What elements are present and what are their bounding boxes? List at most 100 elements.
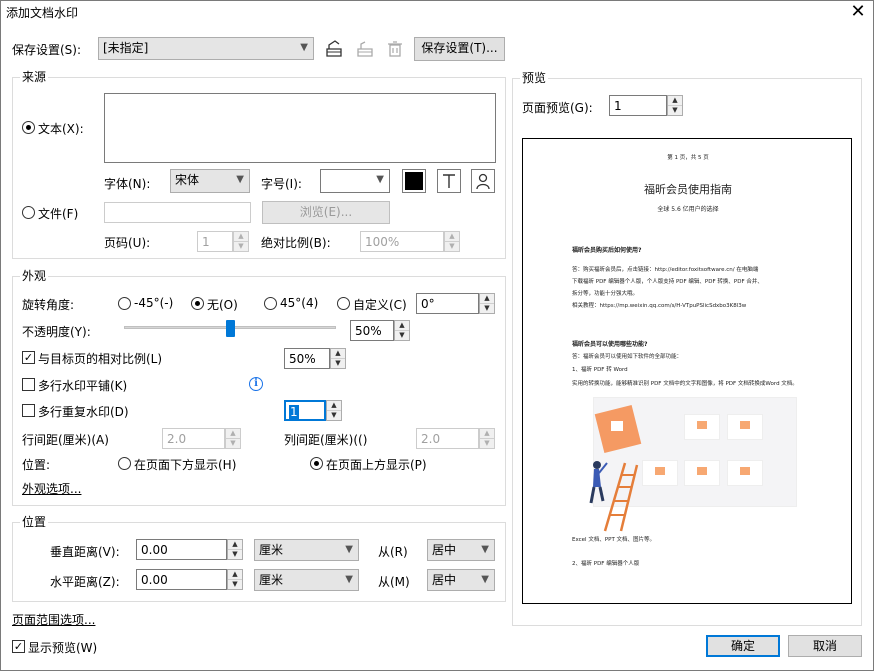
horizontal-unit-select[interactable]: 厘米 ▼ [254,569,359,591]
repeat-input[interactable]: 1 [284,400,326,421]
chevron-down-icon[interactable]: ▼ [445,242,459,252]
above-radio[interactable] [310,457,323,470]
abs-scale-stepper[interactable]: ▲ ▼ [444,231,460,252]
update-preset-icon[interactable] [354,38,376,60]
chevron-down-icon: ▼ [300,42,308,53]
close-icon[interactable]: ✕ [848,2,868,22]
horizontal-distance-input[interactable]: 0.00 [136,569,227,590]
chevron-down-icon: ▼ [481,574,489,585]
chevron-up-icon[interactable]: ▲ [234,232,248,242]
chevron-up-icon[interactable]: ▲ [395,321,409,331]
save-settings-button[interactable]: 保存设置(T)... [414,37,505,61]
relative-scale-checkbox[interactable]: ✓ [22,351,35,364]
chevron-down-icon[interactable]: ▼ [331,359,345,369]
chevron-up-icon[interactable]: ▲ [480,294,494,304]
chevron-down-icon[interactable]: ▼ [480,304,494,314]
chevron-down-icon[interactable]: ▼ [395,331,409,341]
chevron-down-icon: ▼ [345,574,353,585]
preview-group-label: 预览 [520,69,549,86]
page-number-label: 页码(U): [104,236,151,250]
horizontal-distance-stepper[interactable]: ▲ ▼ [227,569,243,590]
chevron-down-icon[interactable]: ▼ [480,439,494,449]
cancel-button[interactable]: 取消 [788,635,862,657]
file-path-input[interactable] [104,202,251,223]
relative-scale-input[interactable]: 50% [284,348,330,369]
abs-scale-input[interactable]: 100% [360,231,444,252]
appearance-options-link[interactable]: 外观选项... [22,480,81,497]
abs-scale-label: 绝对比例(B): [261,236,331,250]
col-spacing-label: 列间距(厘米)(() [284,433,368,447]
save-preset-icon[interactable] [323,38,345,60]
save-settings-select[interactable]: [未指定] ▼ [98,37,314,60]
chevron-up-icon[interactable]: ▲ [668,96,682,106]
ok-button[interactable]: 确定 [706,635,780,657]
page-preview-stepper[interactable]: ▲ ▼ [667,95,683,116]
opacity-slider-thumb[interactable] [225,320,235,337]
rotation-none-radio[interactable] [191,297,204,310]
chevron-down-icon[interactable]: ▼ [327,411,341,421]
page-range-link[interactable]: 页面范围选项... [12,611,95,628]
text-radio[interactable] [22,121,35,134]
doc-a1-line1: 答：购买福昕会员后，点击链接：http://editor.foxitsoftwa… [572,267,759,273]
page-number-input[interactable]: 1 [197,231,233,252]
info-icon[interactable]: i [249,377,263,391]
chevron-up-icon[interactable]: ▲ [331,349,345,359]
rotation-custom-stepper[interactable]: ▲ ▼ [479,293,495,314]
doc-title: 福昕会员使用指南 [644,183,732,196]
chevron-up-icon[interactable]: ▲ [226,429,240,439]
chevron-down-icon[interactable]: ▼ [668,106,682,116]
delete-icon[interactable] [384,38,406,60]
chevron-up-icon[interactable]: ▲ [228,540,242,550]
size-label: 字号(I): [261,177,302,191]
above-label: 在页面上方显示(P) [326,458,427,472]
chevron-down-icon[interactable]: ▼ [228,580,242,590]
chevron-down-icon[interactable]: ▼ [234,242,248,252]
text-format-icon[interactable] [437,169,461,193]
file-radio[interactable] [22,206,35,219]
vertical-unit-select[interactable]: 厘米 ▼ [254,539,359,561]
tile-checkbox[interactable] [22,378,35,391]
chevron-down-icon[interactable]: ▼ [226,439,240,449]
doc-a1-line4: 相关教程：https://mp.weixin.qq.com/s/H-VTpuPS… [572,303,747,309]
page-number-stepper[interactable]: ▲ ▼ [233,231,249,252]
doc-card [684,414,720,440]
vertical-distance-input[interactable]: 0.00 [136,539,227,560]
chevron-up-icon[interactable]: ▲ [327,401,341,411]
horizontal-from-select[interactable]: 居中 ▼ [427,569,495,591]
below-radio[interactable] [118,457,131,470]
row-spacing-input[interactable]: 2.0 [162,428,225,449]
repeat-checkbox[interactable] [22,404,35,417]
color-swatch[interactable] [402,169,426,193]
chevron-up-icon[interactable]: ▲ [228,570,242,580]
below-label: 在页面下方显示(H) [134,458,237,472]
vertical-from-value: 居中 [432,543,457,557]
chevron-up-icon[interactable]: ▲ [480,429,494,439]
show-preview-checkbox[interactable]: ✓ [12,640,25,653]
relative-scale-stepper[interactable]: ▲ ▼ [330,348,346,369]
opacity-stepper[interactable]: ▲ ▼ [394,320,410,341]
vertical-distance-stepper[interactable]: ▲ ▼ [227,539,243,560]
col-spacing-stepper[interactable]: ▲ ▼ [479,428,495,449]
horizontal-from-value: 居中 [432,573,457,587]
doc-a1-line2: 下载福昕 PDF 编辑器个人版，个人版支持 PDF 编辑、PDF 转换、PDF … [572,279,763,285]
repeat-stepper[interactable]: ▲ ▼ [326,400,342,421]
rotation-custom-input[interactable]: 0° [416,293,479,314]
chevron-down-icon[interactable]: ▼ [228,550,242,560]
person-icon[interactable] [471,169,495,193]
rotation-m45-radio[interactable] [118,297,131,310]
chevron-up-icon[interactable]: ▲ [445,232,459,242]
page-preview-input[interactable]: 1 [609,95,667,116]
col-spacing-input[interactable]: 2.0 [416,428,479,449]
size-select[interactable]: ▼ [320,169,390,193]
opacity-input[interactable]: 50% [350,320,394,341]
rotation-custom-radio[interactable] [337,297,350,310]
vertical-from-select[interactable]: 居中 ▼ [427,539,495,561]
watermark-text-input[interactable] [104,93,496,163]
rotation-45-radio[interactable] [264,297,277,310]
font-select[interactable]: 宋体 ▼ [170,169,250,193]
rotation-none-label: 无(O) [207,298,238,312]
browse-button[interactable]: 浏览(E)... [262,201,390,224]
row-spacing-stepper[interactable]: ▲ ▼ [225,428,241,449]
text-radio-label: 文本(X): [38,122,84,136]
doc-a2-line5: 2、福昕 PDF 编辑器个人版 [572,561,640,567]
